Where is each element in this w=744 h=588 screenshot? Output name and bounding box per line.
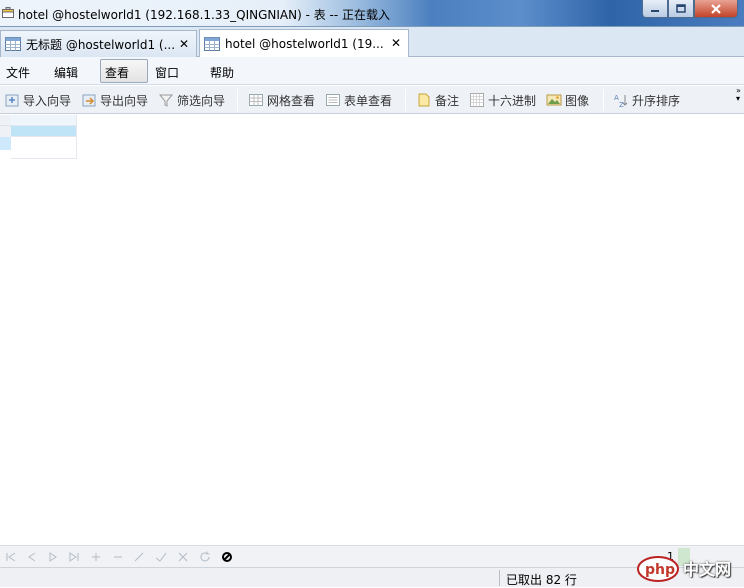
window-title: hotel @hostelworld1 (192.168.1.33_QINGNI…	[18, 8, 391, 22]
table-icon	[204, 37, 220, 51]
menu-bar: 文件 编辑 查看 窗口 帮助	[0, 57, 744, 85]
minimize-button[interactable]	[642, 0, 668, 18]
tab-untitled[interactable]: 无标题 @hostelworld1 (... ✕	[0, 30, 197, 57]
filter-wizard-label: 筛选向导	[177, 93, 226, 108]
export-icon	[82, 94, 96, 107]
maximize-button[interactable]	[668, 0, 694, 18]
close-window-button[interactable]	[694, 0, 738, 18]
delete-record-icon[interactable]	[111, 550, 125, 564]
filter-icon	[158, 94, 174, 107]
close-tab-icon[interactable]: ✕	[391, 36, 401, 50]
apply-changes-icon[interactable]	[154, 550, 168, 564]
record-navigator: 1	[0, 545, 744, 567]
sort-ascending-label: 升序排序	[632, 93, 681, 108]
grid-view-label: 网格查看	[267, 93, 316, 108]
import-icon	[5, 94, 19, 107]
watermark-text: 中文网	[683, 560, 732, 579]
menu-window[interactable]: 窗口	[151, 62, 183, 82]
image-button[interactable]: 图像	[546, 90, 589, 110]
filter-wizard-button[interactable]: 筛选向导	[158, 90, 225, 110]
hex-label: 十六进制	[488, 93, 537, 108]
export-wizard-button[interactable]: 导出向导	[81, 90, 148, 110]
table-icon	[2, 7, 14, 18]
stop-loading-icon[interactable]	[220, 550, 234, 564]
grid-cell[interactable]	[11, 137, 77, 159]
last-record-icon[interactable]	[67, 550, 81, 564]
hex-button[interactable]: 十六进制	[469, 90, 536, 110]
import-wizard-label: 导入向导	[23, 93, 72, 108]
column-header[interactable]	[11, 115, 77, 126]
menu-view[interactable]: 查看	[100, 59, 148, 83]
refresh-icon[interactable]	[198, 550, 212, 564]
image-icon	[546, 94, 562, 106]
window-controls	[642, 0, 738, 19]
edit-record-icon[interactable]	[132, 550, 146, 564]
grid-icon	[249, 94, 263, 106]
row-count-status: 已取出 82 行	[506, 573, 577, 587]
php-logo-text: php	[645, 562, 675, 578]
minimize-icon	[651, 9, 659, 12]
menu-file[interactable]: 文件	[2, 62, 34, 82]
first-record-icon[interactable]	[4, 550, 18, 564]
tab-hotel[interactable]: hotel @hostelworld1 (19... ✕	[199, 29, 409, 58]
memo-icon	[418, 93, 430, 107]
sort-ascending-button[interactable]: AZ 升序排序	[613, 90, 680, 110]
memo-label: 备注	[435, 93, 460, 108]
grid-corner	[0, 115, 11, 126]
grid-view-button[interactable]: 网格查看	[248, 90, 315, 110]
status-separator	[499, 570, 500, 586]
row-header[interactable]	[0, 137, 11, 159]
sort-ascending-icon: AZ	[614, 94, 628, 108]
menu-help[interactable]: 帮助	[206, 62, 238, 82]
maximize-icon	[676, 4, 686, 13]
toolbar-separator	[603, 89, 604, 111]
export-wizard-label: 导出向导	[100, 93, 149, 108]
title-bar: hotel @hostelworld1 (192.168.1.33_QINGNI…	[0, 0, 744, 27]
toolbar-overflow-icon[interactable]: » ▾	[736, 87, 743, 113]
table-icon	[5, 37, 21, 51]
import-wizard-button[interactable]: 导入向导	[4, 90, 71, 110]
form-view-label: 表单查看	[344, 93, 393, 108]
form-view-button[interactable]: 表单查看	[325, 90, 392, 110]
toolbar-separator	[237, 89, 238, 111]
close-icon	[711, 3, 721, 14]
menu-edit[interactable]: 编辑	[50, 62, 82, 82]
previous-record-icon[interactable]	[25, 550, 39, 564]
next-record-icon[interactable]	[46, 550, 60, 564]
cancel-changes-icon[interactable]	[176, 550, 190, 564]
image-label: 图像	[565, 93, 590, 108]
tab-label: hotel @hostelworld1 (19...	[225, 37, 384, 51]
add-record-icon[interactable]	[89, 550, 103, 564]
toolbar: 导入向导 导出向导 筛选向导 网格查看 表单查看 备注 十六进制 图像 AZ 升…	[0, 86, 744, 114]
row-header[interactable]	[0, 126, 11, 137]
form-icon	[326, 94, 340, 106]
tab-label: 无标题 @hostelworld1 (...	[26, 37, 176, 52]
status-bar: 已取出 82 行	[0, 567, 744, 587]
memo-button[interactable]: 备注	[416, 90, 459, 110]
data-grid[interactable]	[0, 115, 744, 545]
tab-strip: 无标题 @hostelworld1 (... ✕ hotel @hostelwo…	[0, 27, 744, 58]
toolbar-separator	[405, 89, 406, 111]
grid-cell-selected[interactable]	[11, 126, 77, 137]
close-tab-icon[interactable]: ✕	[179, 37, 189, 51]
svg-text:Z: Z	[619, 101, 624, 108]
hex-icon	[470, 93, 484, 107]
